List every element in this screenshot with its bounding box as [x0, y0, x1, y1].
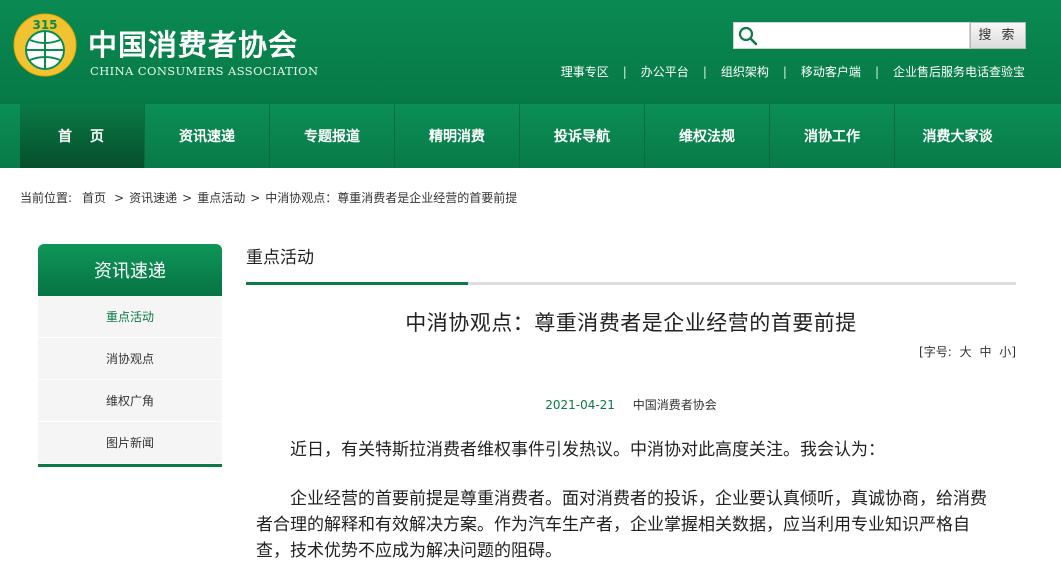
toplink-office-platform[interactable]: 办公平台: [641, 63, 689, 80]
breadcrumb-separator: >: [250, 190, 261, 205]
breadcrumb-label: 当前位置:: [20, 191, 73, 205]
divider: |: [874, 64, 879, 79]
nav-special-reports[interactable]: 专题报道: [270, 104, 395, 168]
font-size-large-button[interactable]: 大: [960, 345, 972, 359]
search-input[interactable]: [762, 25, 962, 46]
breadcrumb-key-activities[interactable]: 重点活动: [197, 189, 245, 206]
site-header: 315 中国消费者协会 CHINA CONSUMERS ASSOCIATION …: [0, 0, 1061, 104]
breadcrumb-news[interactable]: 资讯速递: [129, 189, 177, 206]
breadcrumb: 当前位置: 首页 > 资讯速递 > 重点活动 > 中消协观点：尊重消费者是企业经…: [20, 189, 517, 206]
search-icon: [738, 26, 758, 46]
sidebar-title: 资讯速递: [38, 244, 222, 296]
site-logo-en: CHINA CONSUMERS ASSOCIATION: [90, 64, 319, 78]
toplink-organization[interactable]: 组织架构: [721, 63, 769, 80]
sidebar-list: 重点活动 消协观点 维权广角 图片新闻: [38, 296, 222, 467]
cca-emblem-icon[interactable]: 315: [12, 12, 78, 78]
article-source: 中国消费者协会: [632, 398, 717, 412]
nav-rights-law[interactable]: 维权法规: [645, 104, 770, 168]
divider: |: [702, 64, 707, 79]
nav-home[interactable]: 首 页: [20, 104, 145, 168]
site-logo-cn[interactable]: 中国消费者协会: [88, 22, 298, 64]
sidebar-item-association-views[interactable]: 消协观点: [38, 338, 222, 380]
section-title: 重点活动: [246, 248, 314, 268]
font-size-small-button[interactable]: 小: [999, 345, 1011, 359]
divider: |: [782, 64, 787, 79]
top-links: 理事专区 | 办公平台 | 组织架构 | 移动客户端 | 企业售后服务电话查验宝: [561, 63, 1025, 80]
main-nav: 首 页 资讯速递 专题报道 精明消费 投诉导航 维权法规 消协工作 消费大家谈: [0, 104, 1061, 168]
sidebar-item-photo-news[interactable]: 图片新闻: [38, 422, 222, 464]
nav-complaint-guide[interactable]: 投诉导航: [520, 104, 645, 168]
toplink-service-phone-check[interactable]: 企业售后服务电话查验宝: [893, 63, 1025, 80]
search-button[interactable]: 搜 索: [970, 22, 1026, 49]
emblem-text: 315: [32, 18, 57, 32]
nav-news[interactable]: 资讯速递: [145, 104, 270, 168]
article-paragraph: 近日，有关特斯拉消费者维权事件引发热议。中消协对此高度关注。我会认为：: [290, 440, 885, 460]
article-body: 近日，有关特斯拉消费者维权事件引发热议。中消协对此高度关注。我会认为： 企业经营…: [246, 437, 1016, 564]
nav-consumer-talk[interactable]: 消费大家谈: [895, 104, 1020, 168]
sidebar: 资讯速递 重点活动 消协观点 维权广角 图片新闻: [38, 244, 222, 467]
font-size-medium-button[interactable]: 中: [979, 345, 991, 359]
font-size-label: [字号:: [919, 345, 952, 359]
breadcrumb-separator: >: [114, 190, 125, 205]
toplink-council-area[interactable]: 理事专区: [561, 63, 609, 80]
nav-smart-consumption[interactable]: 精明消费: [395, 104, 520, 168]
section-divider: [246, 282, 1016, 285]
sidebar-item-rights-angle[interactable]: 维权广角: [38, 380, 222, 422]
sidebar-item-key-activities[interactable]: 重点活动: [38, 296, 222, 338]
main-content: 重点活动 中消协观点：尊重消费者是企业经营的首要前提 [字号: 大 中 小] 2…: [246, 244, 1016, 587]
article-date: 2021-04-21: [545, 398, 615, 412]
breadcrumb-home[interactable]: 首页: [82, 189, 106, 206]
nav-association-work[interactable]: 消协工作: [770, 104, 895, 168]
article-title: 中消协观点：尊重消费者是企业经营的首要前提: [405, 311, 857, 335]
breadcrumb-current: 中消协观点：尊重消费者是企业经营的首要前提: [265, 191, 518, 205]
toplink-mobile-client[interactable]: 移动客户端: [801, 63, 861, 80]
search-box: [733, 22, 970, 49]
article-paragraph: 企业经营的首要前提是尊重消费者。面对消费者的投诉，企业要认真倾听，真诚协商，给消…: [256, 489, 987, 561]
font-size-control: [字号: 大 中 小]: [246, 343, 1016, 360]
article-meta: 2021-04-21 中国消费者协会: [246, 396, 1016, 413]
breadcrumb-separator: >: [182, 190, 193, 205]
divider: |: [622, 64, 627, 79]
font-size-end: ]: [1011, 345, 1016, 359]
